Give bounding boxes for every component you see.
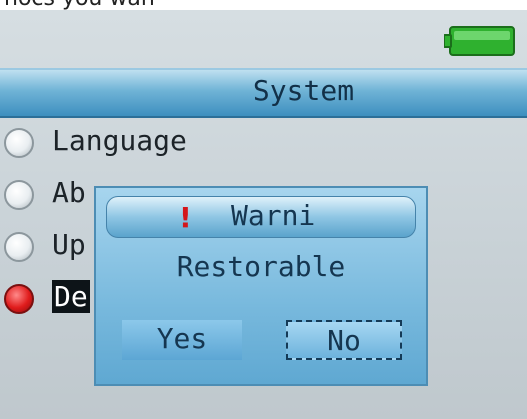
radio-selected-icon [4,284,34,314]
exclamation-icon: ! [179,201,192,234]
dialog-header: ! Warni [106,196,416,238]
menu-item-label: Ab [52,176,86,209]
device-screen: System Language Ab Up De ! Warni Restora… [0,10,527,419]
radio-icon [4,128,34,158]
page-title: System [252,74,355,107]
menu-item-label: Language [52,124,187,157]
no-button[interactable]: No [286,320,402,360]
radio-icon [4,180,34,210]
yes-button[interactable]: Yes [122,320,242,360]
menu-item-label: De [52,280,90,313]
title-bar: System [0,68,527,118]
menu-item-language[interactable]: Language [0,122,300,166]
dialog-message: Restorable [176,250,346,283]
battery-icon [444,26,515,56]
radio-icon [4,232,34,262]
dialog-title: Warni [231,199,316,232]
menu-item-label: Up [52,228,86,261]
warning-dialog: ! Warni Restorable Yes No [94,186,428,386]
